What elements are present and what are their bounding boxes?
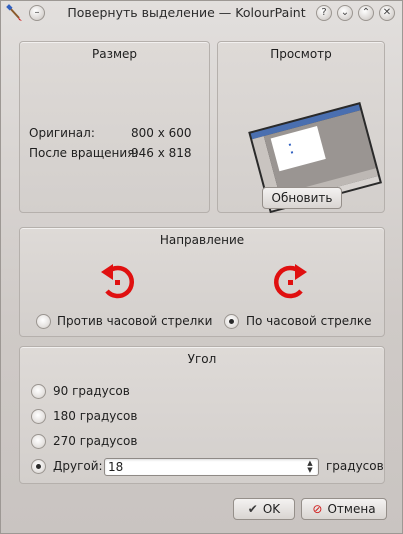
angle-spinbox[interactable]: 18 ▲ ▼ xyxy=(104,458,319,476)
chevron-up-icon: ⌃ xyxy=(361,7,371,18)
rotated-value: 946 x 818 xyxy=(131,146,192,160)
angle-180-radio[interactable] xyxy=(31,409,46,424)
kolourpaint-brush-icon[interactable] xyxy=(6,4,24,22)
original-value: 800 x 600 xyxy=(131,126,192,140)
rotate-selection-dialog: – Повернуть выделение — KolourPaint ? ⌄ … xyxy=(0,0,403,534)
original-label: Оригинал: xyxy=(29,126,95,140)
angle-group: Угол 90 градусов 180 градусов 270 градус… xyxy=(19,346,385,484)
preview-group: Просмотр Обновить xyxy=(217,41,385,214)
dash-icon: – xyxy=(34,7,40,18)
size-group-title: Размер xyxy=(91,47,138,61)
rotate-ccw-icon[interactable] xyxy=(98,260,138,302)
angle-unit-label: градусов xyxy=(326,459,384,473)
direction-group-title: Направление xyxy=(159,233,245,247)
spin-down-icon[interactable]: ▼ xyxy=(307,467,312,474)
cw-label-text: По часовой стрелке xyxy=(246,314,372,328)
checkmark-icon: ✔ xyxy=(247,502,258,516)
angle-270-radio[interactable] xyxy=(31,434,46,449)
maximize-button[interactable]: ⌃ xyxy=(358,5,374,21)
ok-label: OK xyxy=(262,502,281,516)
close-icon: ✕ xyxy=(382,7,392,18)
window-menu-button[interactable]: – xyxy=(29,5,45,21)
ccw-radio[interactable] xyxy=(36,314,51,329)
cancel-button[interactable]: ⊘ Отмена xyxy=(301,498,387,520)
question-icon: ? xyxy=(321,7,327,18)
help-button[interactable]: ? xyxy=(316,5,332,21)
angle-90-label[interactable]: 90 градусов xyxy=(53,384,130,398)
size-group: Размер Оригинал: 800 x 600 После вращени… xyxy=(19,41,210,213)
angle-other-label[interactable]: Другой: xyxy=(53,459,103,473)
cw-radio[interactable] xyxy=(224,314,239,329)
cancel-icon: ⊘ xyxy=(312,502,323,516)
angle-group-title: Угол xyxy=(187,352,217,366)
ccw-label[interactable]: Против часовой стрелки xyxy=(57,314,212,328)
spin-arrows[interactable]: ▲ ▼ xyxy=(305,459,315,475)
ok-button[interactable]: ✔ OK xyxy=(233,498,295,520)
update-preview-button[interactable]: Обновить xyxy=(262,187,342,209)
rotated-label: После вращения: xyxy=(29,146,139,160)
ccw-label-text: Против часовой стрелки xyxy=(57,314,213,328)
chevron-down-icon: ⌄ xyxy=(340,7,350,18)
minimize-button[interactable]: ⌄ xyxy=(337,5,353,21)
window-title: Повернуть выделение — KolourPaint xyxy=(67,5,306,20)
cancel-label: Отмена xyxy=(327,502,376,516)
preview-group-title: Просмотр xyxy=(270,47,332,61)
update-preview-label: Обновить xyxy=(271,191,333,205)
angle-180-label[interactable]: 180 градусов xyxy=(53,409,137,423)
angle-other-radio[interactable] xyxy=(31,459,46,474)
angle-270-label[interactable]: 270 градусов xyxy=(53,434,137,448)
direction-group: Направление Против часовой стрелки По ча… xyxy=(19,227,385,337)
title-bar[interactable]: – Повернуть выделение — KolourPaint ? ⌄ … xyxy=(1,1,402,25)
angle-90-radio[interactable] xyxy=(31,384,46,399)
cw-label[interactable]: По часовой стрелке xyxy=(246,314,371,328)
close-button[interactable]: ✕ xyxy=(379,5,395,21)
angle-spinbox-value[interactable]: 18 xyxy=(108,460,123,474)
rotate-cw-icon[interactable] xyxy=(270,260,310,302)
